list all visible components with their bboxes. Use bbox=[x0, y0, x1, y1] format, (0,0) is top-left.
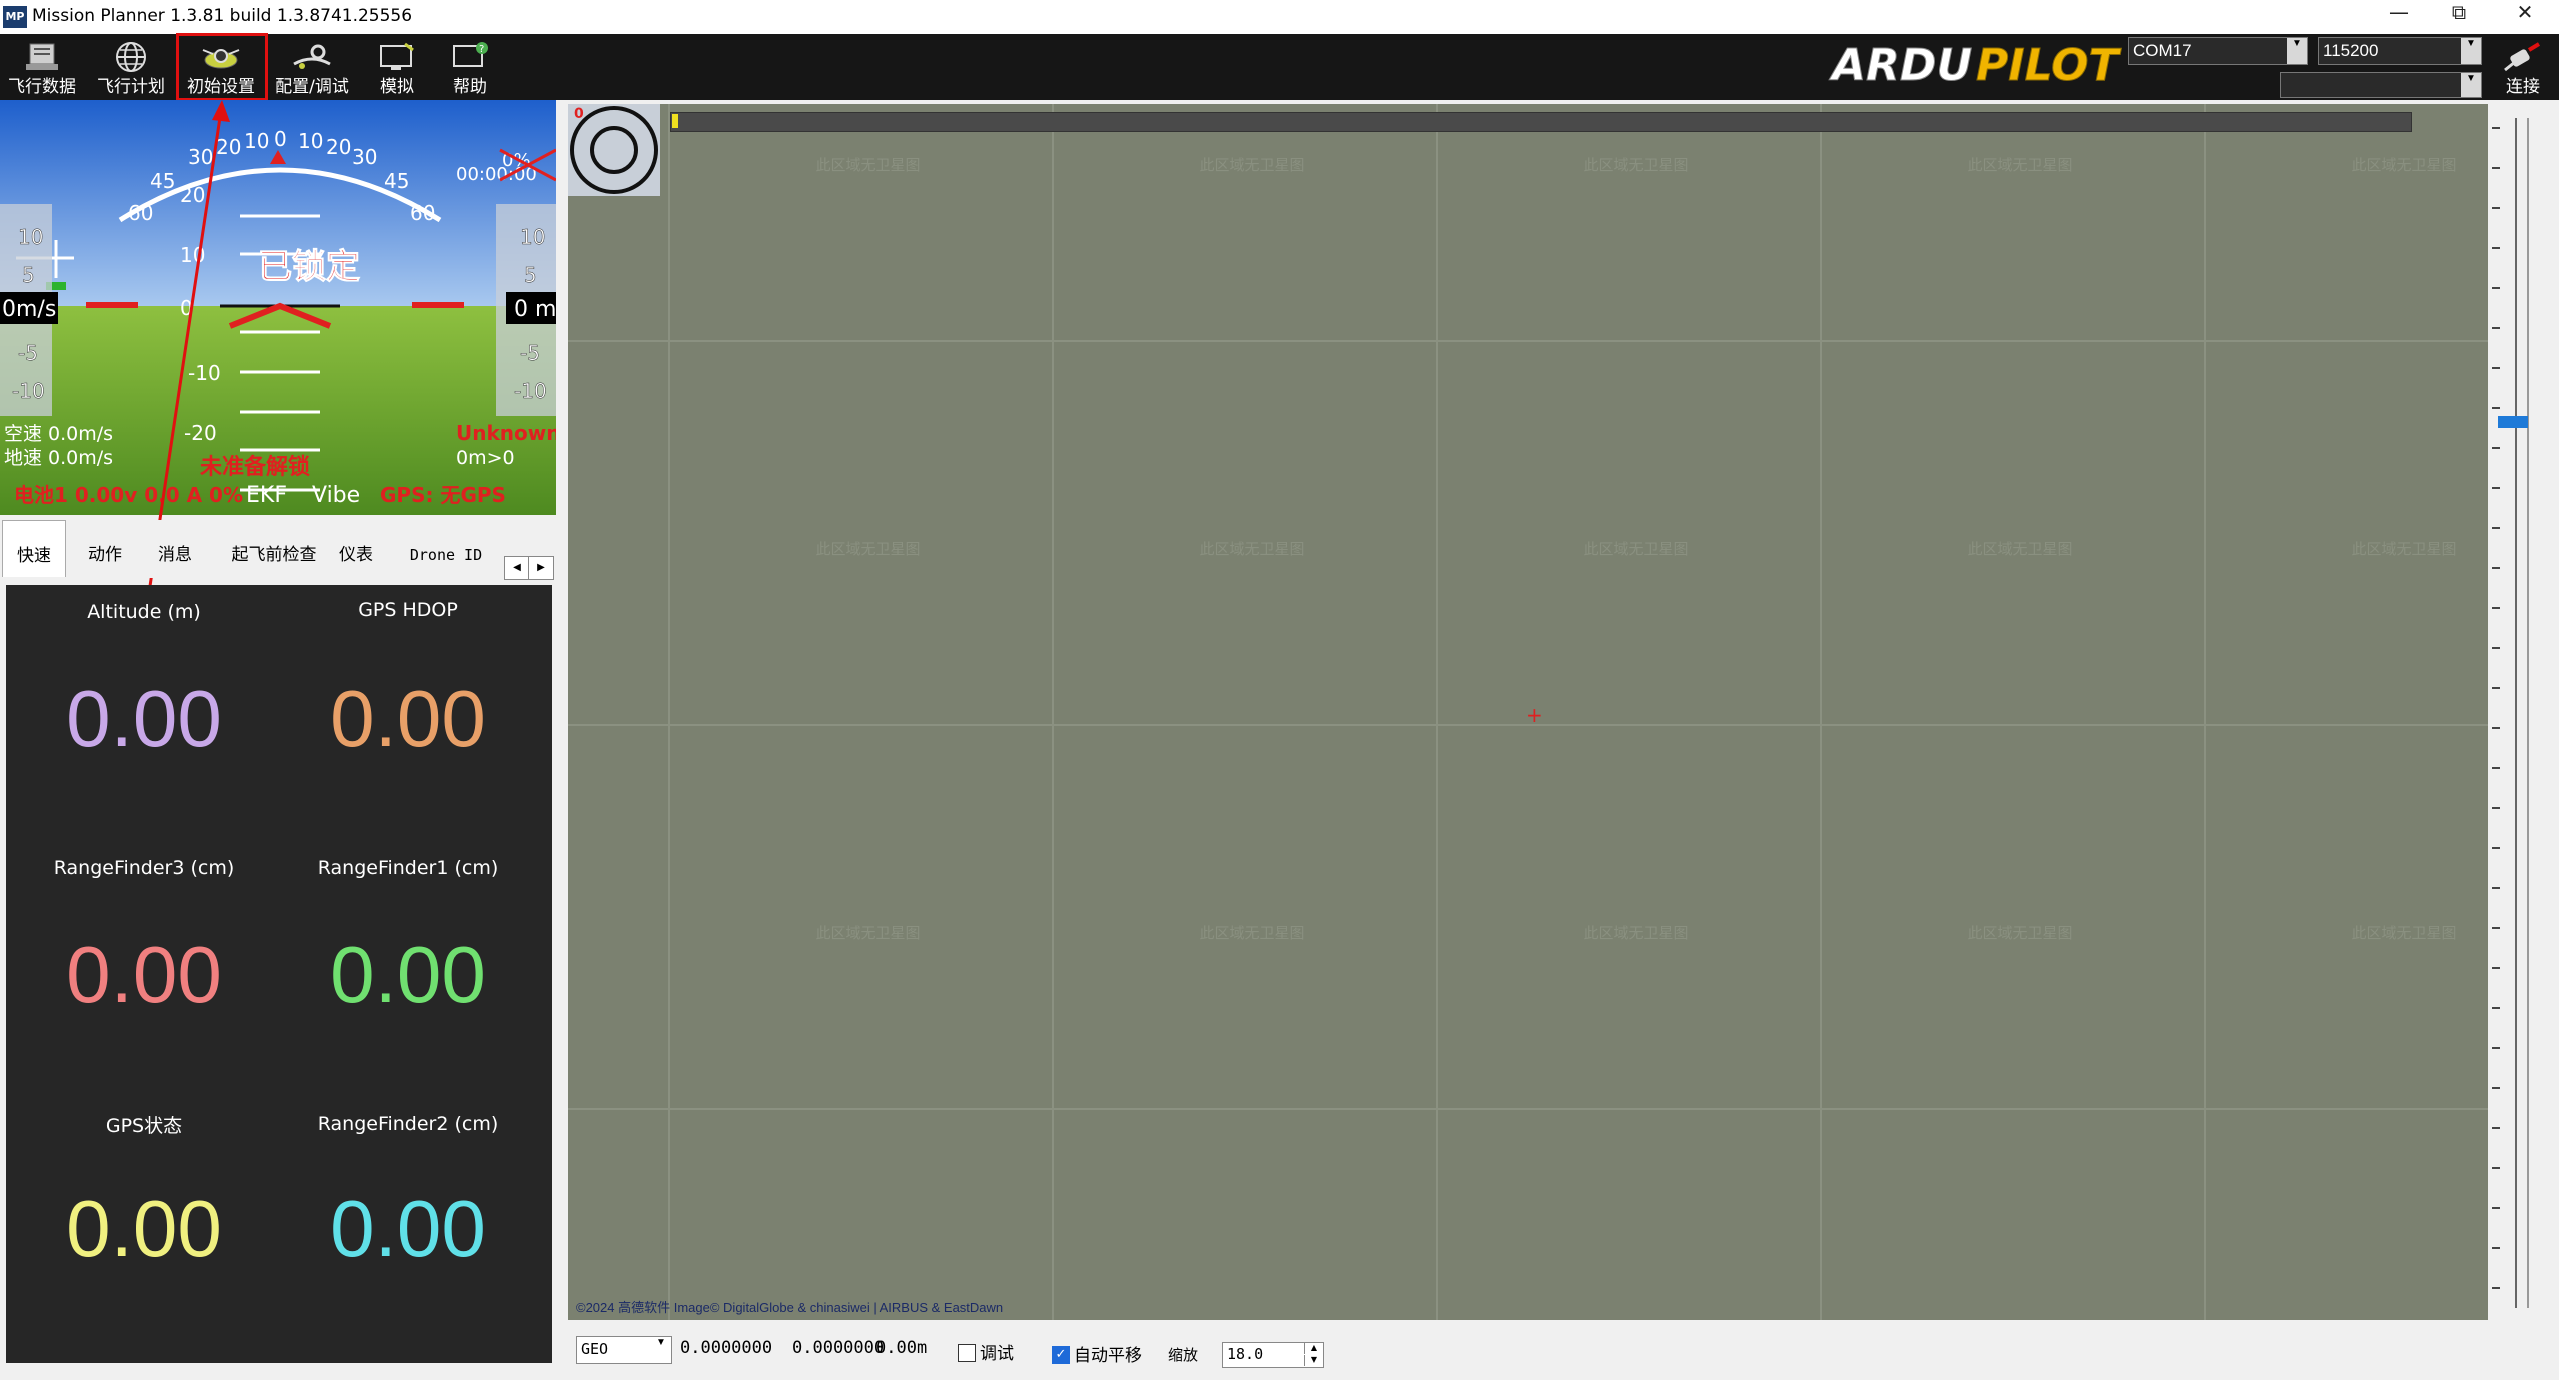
zoom-slider[interactable] bbox=[2488, 108, 2559, 1318]
quick-label: RangeFinder1 (cm) bbox=[317, 857, 499, 879]
map-watermark: 此区域无卫星图 bbox=[815, 156, 921, 174]
quick-value-rangefinder2[interactable]: 0.00 bbox=[278, 1183, 538, 1275]
restore-icon[interactable]: ⧉ bbox=[2429, 0, 2489, 34]
plug-icon bbox=[2504, 42, 2541, 72]
zoom-spinner[interactable]: 18.0 ▲ ▼ bbox=[1222, 1342, 1324, 1368]
autopan-checkbox[interactable]: ✓ bbox=[1052, 1346, 1070, 1364]
debug-label: 调试 bbox=[980, 1344, 1014, 1364]
baud-select[interactable]: 115200 ▼ bbox=[2318, 37, 2482, 65]
map-view[interactable]: 此区域无卫星图 此区域无卫星图 此区域无卫星图 此区域无卫星图 此区域无卫星图 … bbox=[568, 104, 2524, 1320]
baud-value: 115200 bbox=[2323, 41, 2379, 60]
svg-text:PILOT: PILOT bbox=[1976, 40, 2121, 90]
quick-value-gps-hdop[interactable]: 0.00 bbox=[278, 673, 538, 765]
zoom-thumb bbox=[2498, 416, 2528, 428]
debug-checkbox[interactable] bbox=[958, 1344, 976, 1362]
tab-drone-id[interactable]: Drone ID bbox=[394, 520, 498, 576]
svg-text:ARDU: ARDU bbox=[1829, 40, 1972, 90]
quick-value-altitude[interactable]: 0.00 bbox=[14, 673, 274, 765]
tab-strip: 快速 动作 消息 起飞前检查 仪表 Drone ID ◀ ▶ bbox=[0, 520, 556, 580]
tab-messages[interactable]: 消息 bbox=[144, 520, 206, 576]
chevron-down-icon: ▼ bbox=[2287, 38, 2307, 64]
spin-down-icon[interactable]: ▼ bbox=[1304, 1355, 1323, 1366]
map-watermark: 此区域无卫星图 bbox=[1967, 156, 2073, 174]
latitude-text: 0.0000000 bbox=[680, 1338, 773, 1358]
link-select[interactable]: ▼ bbox=[2280, 72, 2482, 98]
tab-actions[interactable]: 动作 bbox=[70, 520, 140, 576]
map-watermark: 此区域无卫星图 bbox=[815, 924, 921, 942]
map-watermark: 此区域无卫星图 bbox=[1199, 156, 1305, 174]
zoom-value: 18.0 bbox=[1227, 1345, 1264, 1363]
map-credits: ©2024 高德软件 Image© DigitalGlobe & chinasi… bbox=[576, 1300, 1004, 1315]
minimize-icon[interactable]: — bbox=[2369, 0, 2429, 34]
port-value: COM17 bbox=[2133, 41, 2192, 60]
map-watermark: 此区域无卫星图 bbox=[1199, 540, 1305, 558]
quick-label: GPS状态 bbox=[105, 1115, 183, 1137]
map-watermark: 此区域无卫星图 bbox=[1583, 540, 1689, 558]
longitude-text: 0.0000000 bbox=[792, 1338, 885, 1358]
map-watermark: 此区域无卫星图 bbox=[1967, 924, 2073, 942]
map-watermark: 此区域无卫星图 bbox=[1583, 156, 1689, 174]
quick-label: Altitude (m) bbox=[87, 601, 201, 623]
quick-panel: Altitude (m) 0.00 GPS HDOP 0.00 RangeFin… bbox=[6, 585, 552, 1363]
tab-scroll-left-icon[interactable]: ◀ bbox=[504, 556, 530, 580]
coord-type-select[interactable]: GEO ▼ bbox=[576, 1336, 672, 1364]
map-watermark: 此区域无卫星图 bbox=[2351, 156, 2457, 174]
connect-label: 连接 bbox=[2506, 77, 2540, 97]
map-watermark: 此区域无卫星图 bbox=[1967, 540, 2073, 558]
map-watermark: 此区域无卫星图 bbox=[1199, 924, 1305, 942]
quick-label: GPS HDOP bbox=[358, 599, 458, 621]
connect-button[interactable]: 连接 bbox=[2490, 34, 2556, 100]
distance-widget: 0 bbox=[568, 104, 660, 196]
quick-value-rangefinder1[interactable]: 0.00 bbox=[278, 929, 538, 1021]
zoom-label: 缩放 bbox=[1168, 1346, 1199, 1364]
crosshair-icon: + bbox=[1526, 703, 1543, 727]
chevron-down-icon: ▼ bbox=[2461, 73, 2481, 97]
map-watermark: 此区域无卫星图 bbox=[2351, 924, 2457, 942]
ardupilot-logo: ARDU PILOT bbox=[1829, 40, 2122, 91]
map-watermark: 此区域无卫星图 bbox=[815, 540, 921, 558]
zoom-ticks bbox=[2492, 127, 2500, 1289]
quick-label: RangeFinder3 (cm) bbox=[53, 857, 235, 879]
quick-value-rangefinder3[interactable]: 0.00 bbox=[14, 929, 274, 1021]
map-watermark: 此区域无卫星图 bbox=[1583, 924, 1689, 942]
quick-value-gps-status[interactable]: 0.00 bbox=[14, 1183, 274, 1275]
chevron-down-icon: ▼ bbox=[651, 1337, 671, 1363]
quick-label: RangeFinder2 (cm) bbox=[317, 1113, 499, 1135]
tab-gauges[interactable]: 仪表 bbox=[334, 520, 378, 576]
tab-preflight[interactable]: 起飞前检查 bbox=[218, 520, 330, 576]
port-select[interactable]: COM17 ▼ bbox=[2128, 37, 2308, 65]
spin-up-icon[interactable]: ▲ bbox=[1304, 1343, 1323, 1354]
tab-quick[interactable]: 快速 bbox=[2, 520, 66, 577]
map-watermark: 此区域无卫星图 bbox=[2351, 540, 2457, 558]
progress-marker bbox=[672, 114, 678, 128]
close-icon[interactable]: ✕ bbox=[2495, 0, 2555, 34]
progress-bar bbox=[670, 112, 2412, 132]
chevron-down-icon: ▼ bbox=[2461, 38, 2481, 64]
tab-scroll-right-icon[interactable]: ▶ bbox=[528, 556, 554, 580]
coord-type-value: GEO bbox=[581, 1340, 609, 1358]
map-status-bar: GEO ▼ 0.0000000 0.0000000 0.00m 调试 ✓ 自动平… bbox=[564, 1328, 2559, 1380]
autopan-label: 自动平移 bbox=[1074, 1346, 1142, 1366]
distance-counter: 0 bbox=[574, 106, 584, 122]
altitude-text: 0.00m bbox=[876, 1338, 928, 1358]
